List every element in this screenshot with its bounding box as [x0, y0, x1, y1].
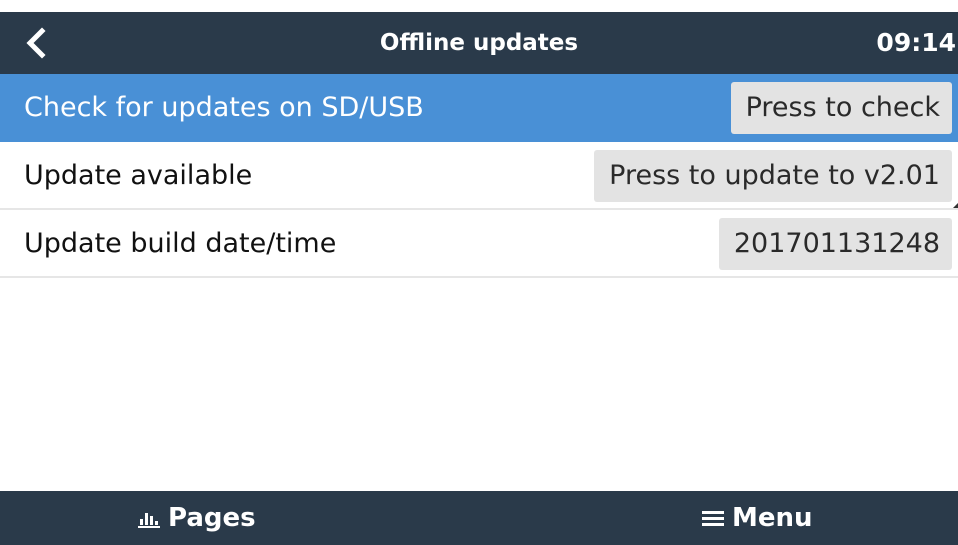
menu-label: Menu	[732, 503, 813, 533]
build-date-row: Update build date/time 201701131248	[0, 210, 958, 278]
hamburger-menu-icon	[702, 511, 724, 526]
check-updates-row[interactable]: Check for updates on SD/USB Press to che…	[0, 74, 958, 142]
bar-chart-icon	[138, 513, 160, 528]
build-date-value: 201701131248	[718, 218, 952, 270]
clock-time: 09:14	[876, 28, 956, 57]
update-available-label: Update available	[24, 160, 253, 191]
check-updates-label: Check for updates on SD/USB	[24, 92, 424, 123]
pages-button[interactable]: Pages	[138, 491, 256, 545]
footer-bar: Pages Menu	[0, 491, 958, 545]
row-corner-marker	[953, 203, 958, 208]
update-available-row[interactable]: Update available Press to update to v2.0…	[0, 142, 958, 210]
header-bar: Offline updates 09:14	[0, 12, 958, 74]
press-to-update-button[interactable]: Press to update to v2.01	[594, 150, 952, 202]
pages-label: Pages	[168, 503, 256, 533]
build-date-label: Update build date/time	[24, 228, 337, 259]
page-title: Offline updates	[379, 30, 579, 56]
offline-updates-screen: Offline updates 09:14 Check for updates …	[0, 0, 958, 545]
press-to-check-button[interactable]: Press to check	[730, 82, 952, 134]
menu-button[interactable]: Menu	[702, 491, 813, 545]
